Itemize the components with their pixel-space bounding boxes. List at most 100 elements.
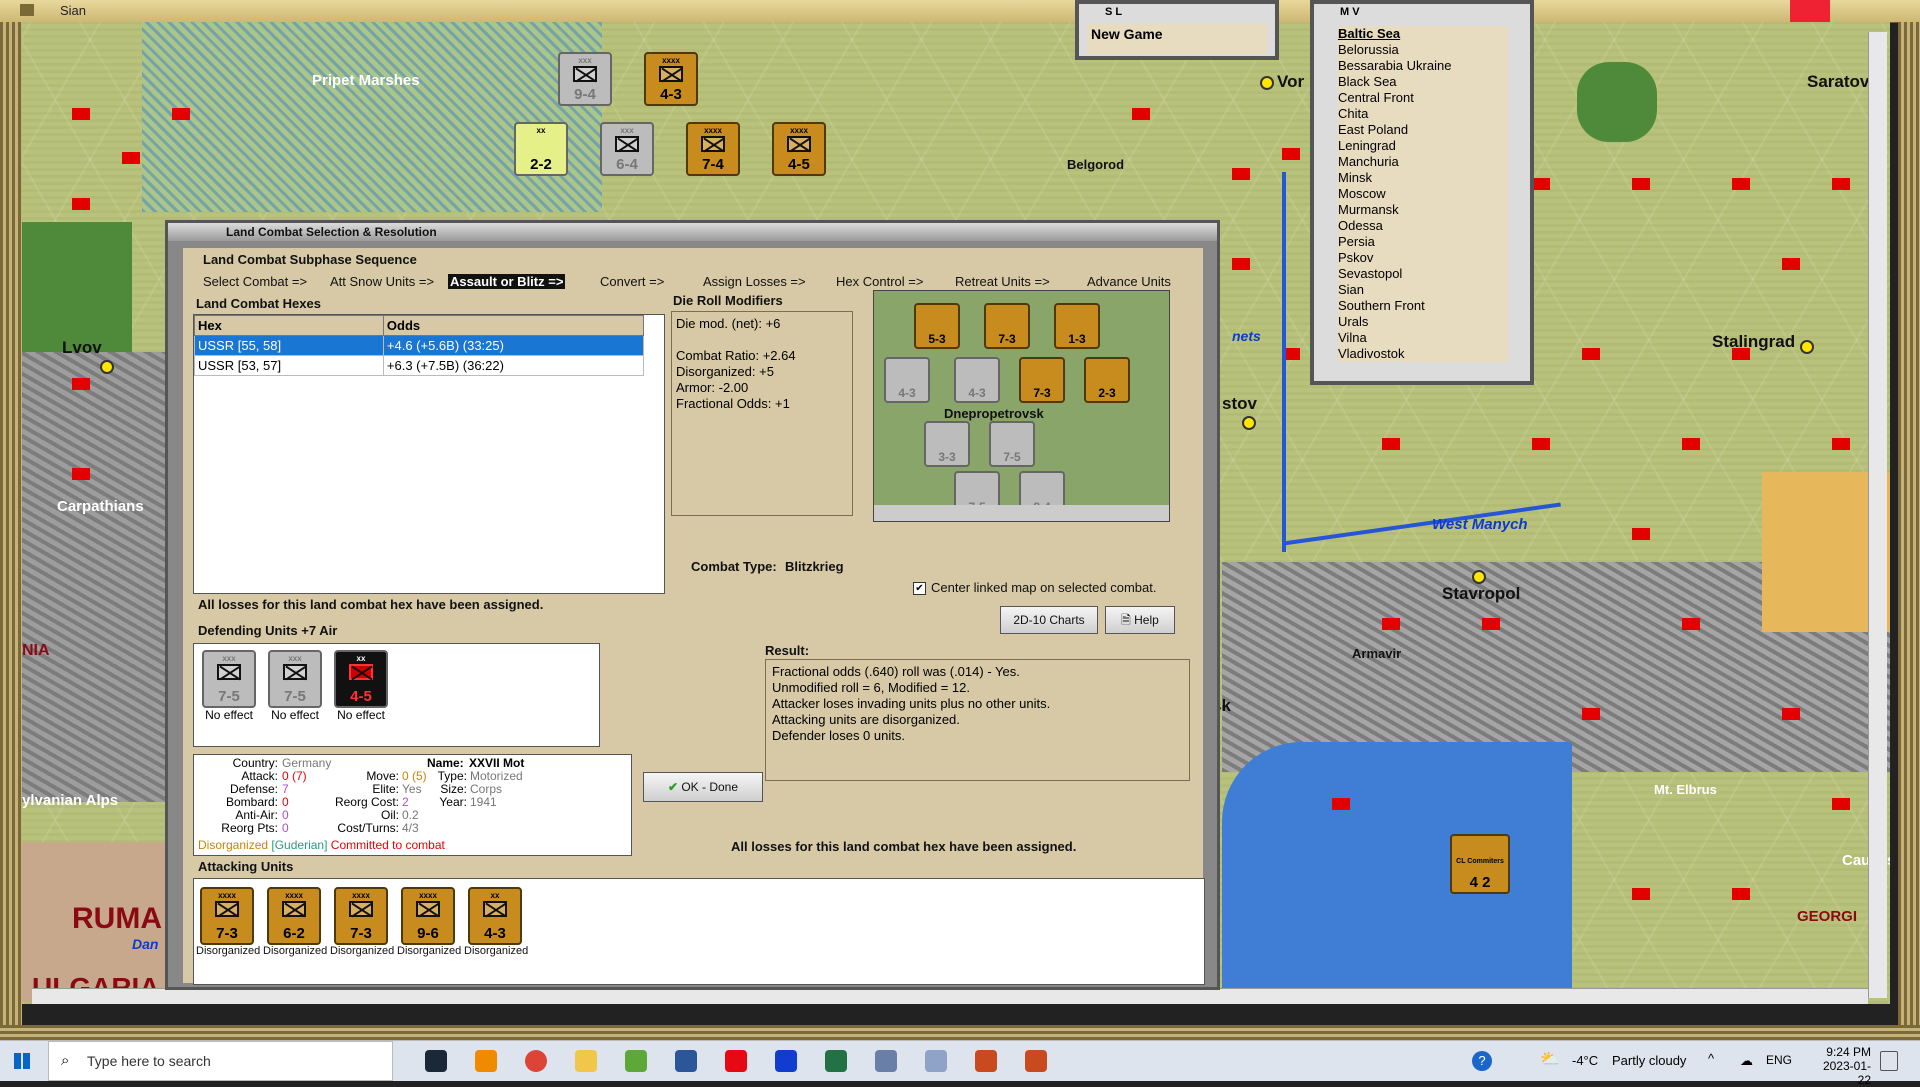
list-item[interactable]: Belorussia	[1338, 42, 1508, 58]
city-lvov: Lvov	[62, 338, 102, 357]
mountain-terrain	[22, 352, 172, 802]
language-indicator[interactable]: ENG	[1766, 1053, 1792, 1067]
help-button[interactable]: 🗎 Help	[1105, 606, 1175, 634]
map-counter[interactable]: xxxx 4-3	[644, 52, 698, 106]
list-item[interactable]: Minsk	[1338, 170, 1508, 186]
defender-unit[interactable]: xx 4-5 No effect	[330, 650, 392, 722]
map-counter[interactable]: xxxx 4-5	[772, 122, 826, 176]
list-item[interactable]: Vladivostok	[1338, 346, 1508, 362]
unit-info-values: Germany 0 (7) 7 0 0 0	[282, 756, 332, 835]
word-icon[interactable]	[675, 1050, 697, 1072]
list-item[interactable]: Leningrad	[1338, 138, 1508, 154]
vlc-icon[interactable]	[475, 1050, 497, 1072]
steam-icon[interactable]	[425, 1050, 447, 1072]
mini-counter[interactable]: 3-3	[924, 421, 970, 467]
list-item[interactable]: Vilna	[1338, 330, 1508, 346]
mini-counter[interactable]: 4-3	[954, 357, 1000, 403]
notepad-icon[interactable]	[625, 1050, 647, 1072]
attacker-unit[interactable]: xxxx 7-3 Disorganized	[330, 887, 394, 957]
hexes-title: Land Combat Hexes	[196, 296, 321, 311]
list-item[interactable]: East Poland	[1338, 122, 1508, 138]
region-pripet: Pripet Marshes	[312, 72, 420, 89]
list-item[interactable]: Murmansk	[1338, 202, 1508, 218]
list-item[interactable]: Pskov	[1338, 250, 1508, 266]
map-counter[interactable]: xxxx 7-4	[686, 122, 740, 176]
list-item[interactable]: Central Front	[1338, 90, 1508, 106]
list-item[interactable]: Persia	[1338, 234, 1508, 250]
attacker-unit[interactable]: xxxx 7-3 Disorganized	[196, 887, 260, 957]
list-item[interactable]: Baltic Sea	[1338, 26, 1508, 42]
subphase-title: Land Combat Subphase Sequence	[203, 252, 417, 267]
defender-unit[interactable]: xxx 7-5 No effect	[198, 650, 260, 722]
file-explorer-icon[interactable]	[575, 1050, 597, 1072]
map-counter[interactable]: xxx 9-4	[558, 52, 612, 106]
ok-done-button[interactable]: ✔ OK - Done	[643, 772, 763, 802]
app-title-bar: Sian	[0, 0, 1920, 23]
help-tray-icon[interactable]: ?	[1472, 1051, 1492, 1071]
mini-counter[interactable]: 2-3	[1084, 357, 1130, 403]
app-icon[interactable]	[925, 1050, 947, 1072]
notification-icon[interactable]	[1880, 1051, 1898, 1071]
list-item[interactable]: Black Sea	[1338, 74, 1508, 90]
mini-map[interactable]: Dnepropetrovsk 5-3 7-3 1-3 4-3 4-3 7-3 2…	[873, 290, 1170, 522]
unit-info-values-2: 0 (5) Yes 2 0.2 4/3	[402, 769, 427, 835]
new-game-item[interactable]: New Game	[1091, 26, 1163, 42]
map-horizontal-scrollbar[interactable]	[32, 988, 1868, 1004]
tray-chevron-icon[interactable]: ^	[1708, 1051, 1714, 1066]
city-vor: Vor	[1277, 72, 1305, 91]
chrome-icon[interactable]	[525, 1050, 547, 1072]
mv-window: M V Baltic Sea Belorussia Bessarabia Ukr…	[1310, 0, 1534, 385]
mini-counter[interactable]: 7-5	[989, 421, 1035, 467]
table-row[interactable]: USSR [53, 57] +6.3 (+7.5B) (36:22)	[194, 355, 645, 376]
list-item[interactable]: Odessa	[1338, 218, 1508, 234]
list-item[interactable]: Manchuria	[1338, 154, 1508, 170]
weather-temp[interactable]: -4°C	[1572, 1053, 1598, 1068]
list-item[interactable]: Southern Front	[1338, 298, 1508, 314]
windows-start-icon[interactable]	[14, 1053, 30, 1069]
region-carpathians: Carpathians	[57, 498, 144, 515]
hex-cell: USSR [55, 58]	[194, 335, 384, 356]
netflix-icon[interactable]	[725, 1050, 747, 1072]
mini-map-scrollbar[interactable]	[874, 505, 1169, 521]
mini-counter[interactable]: 5-3	[914, 303, 960, 349]
list-item[interactable]: Bessarabia Ukraine	[1338, 58, 1508, 74]
search-box[interactable]: ⌕ Type here to search	[48, 1041, 393, 1081]
list-item[interactable]: Chita	[1338, 106, 1508, 122]
odds-cell: +6.3 (+7.5B) (36:22)	[382, 355, 645, 376]
frame-right	[1898, 22, 1920, 1040]
app-menu-icon[interactable]	[20, 4, 34, 16]
region-georgia: GEORGI	[1797, 908, 1858, 925]
region-alps: ylvanian Alps	[22, 792, 119, 809]
mini-counter[interactable]: 7-3	[1019, 357, 1065, 403]
list-item[interactable]: Sevastopol	[1338, 266, 1508, 282]
list-item[interactable]: Sian	[1338, 282, 1508, 298]
mini-counter[interactable]: 4-3	[884, 357, 930, 403]
attacker-unit[interactable]: xxxx 6-2 Disorganized	[263, 887, 327, 957]
excel-icon[interactable]	[825, 1050, 847, 1072]
game-icon[interactable]	[975, 1050, 997, 1072]
mini-counter[interactable]: 7-3	[984, 303, 1030, 349]
map-counter[interactable]: xx 2-2	[514, 122, 568, 176]
charts-button[interactable]: 2D-10 Charts	[1000, 606, 1098, 634]
mv-window-title: M V	[1340, 6, 1360, 18]
map-counter[interactable]: xxx 6-4	[600, 122, 654, 176]
disney-icon[interactable]	[775, 1050, 797, 1072]
combat-type-value: Blitzkrieg	[785, 559, 844, 574]
list-item[interactable]: Urals	[1338, 314, 1508, 330]
center-linked-checkbox[interactable]: ✔	[913, 582, 926, 595]
city-stavropol: Stavropol	[1442, 584, 1521, 603]
weather-text[interactable]: Partly cloudy	[1612, 1053, 1686, 1068]
defender-unit[interactable]: xxx 7-5 No effect	[264, 650, 326, 722]
attacker-unit[interactable]: xxxx 9-6 Disorganized	[397, 887, 461, 957]
table-row[interactable]: USSR [55, 58] +4.6 (+5.6B) (33:25)	[194, 335, 645, 356]
attacker-unit[interactable]: xx 4-3 Disorganized	[464, 887, 528, 957]
list-item[interactable]: Moscow	[1338, 186, 1508, 202]
game-icon-2[interactable]	[1025, 1050, 1047, 1072]
map-counter-stack[interactable]: CL Commiters 4 2	[1450, 834, 1510, 894]
map-vertical-scrollbar[interactable]	[1868, 32, 1887, 998]
network-icon[interactable]: ☁	[1740, 1053, 1753, 1069]
clock[interactable]: 9:24 PM 2023-01-22	[1815, 1045, 1871, 1087]
mini-counter[interactable]: 1-3	[1054, 303, 1100, 349]
calculator-icon[interactable]	[875, 1050, 897, 1072]
close-window-button[interactable]	[1790, 0, 1830, 22]
